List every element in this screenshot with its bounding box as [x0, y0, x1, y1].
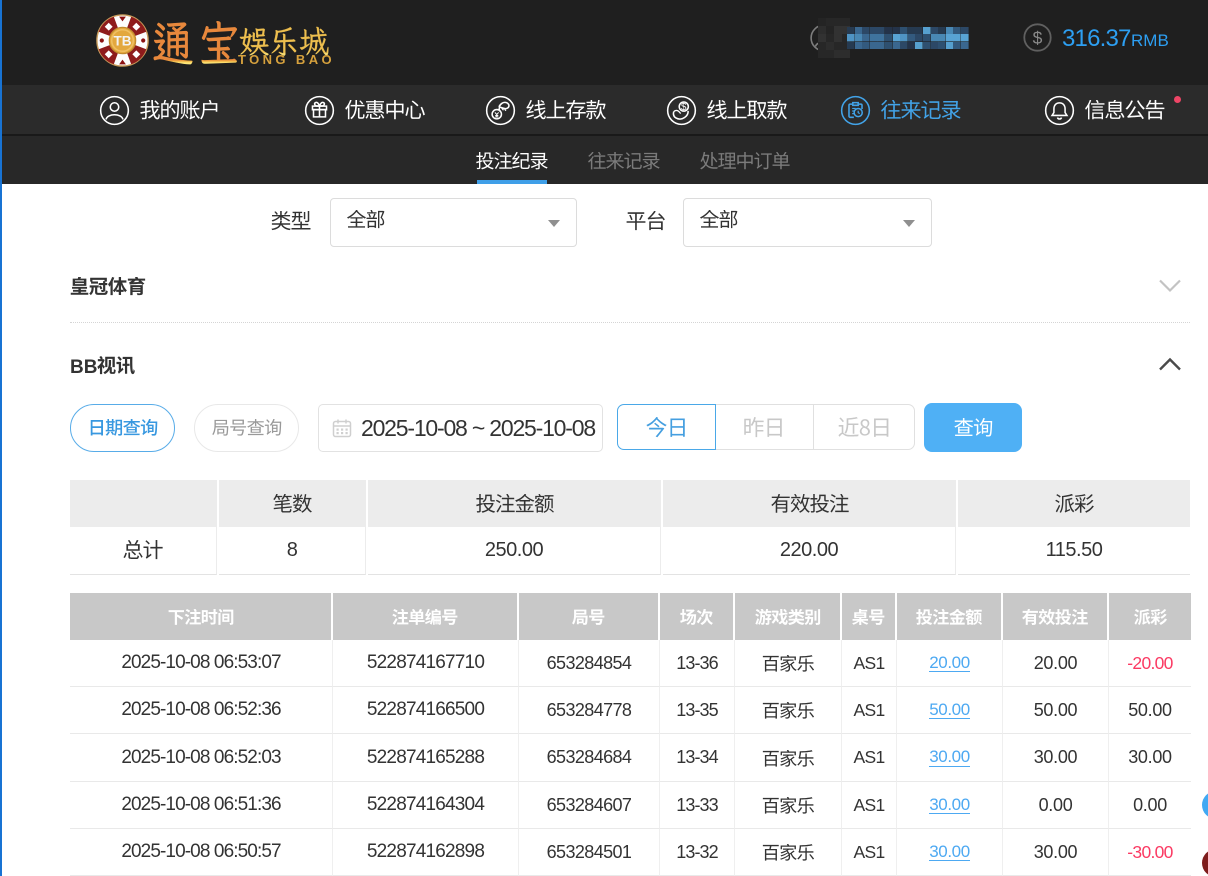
svg-text:TB: TB [114, 34, 132, 49]
svg-text:$: $ [681, 102, 687, 113]
svg-text:$: $ [1033, 28, 1043, 48]
